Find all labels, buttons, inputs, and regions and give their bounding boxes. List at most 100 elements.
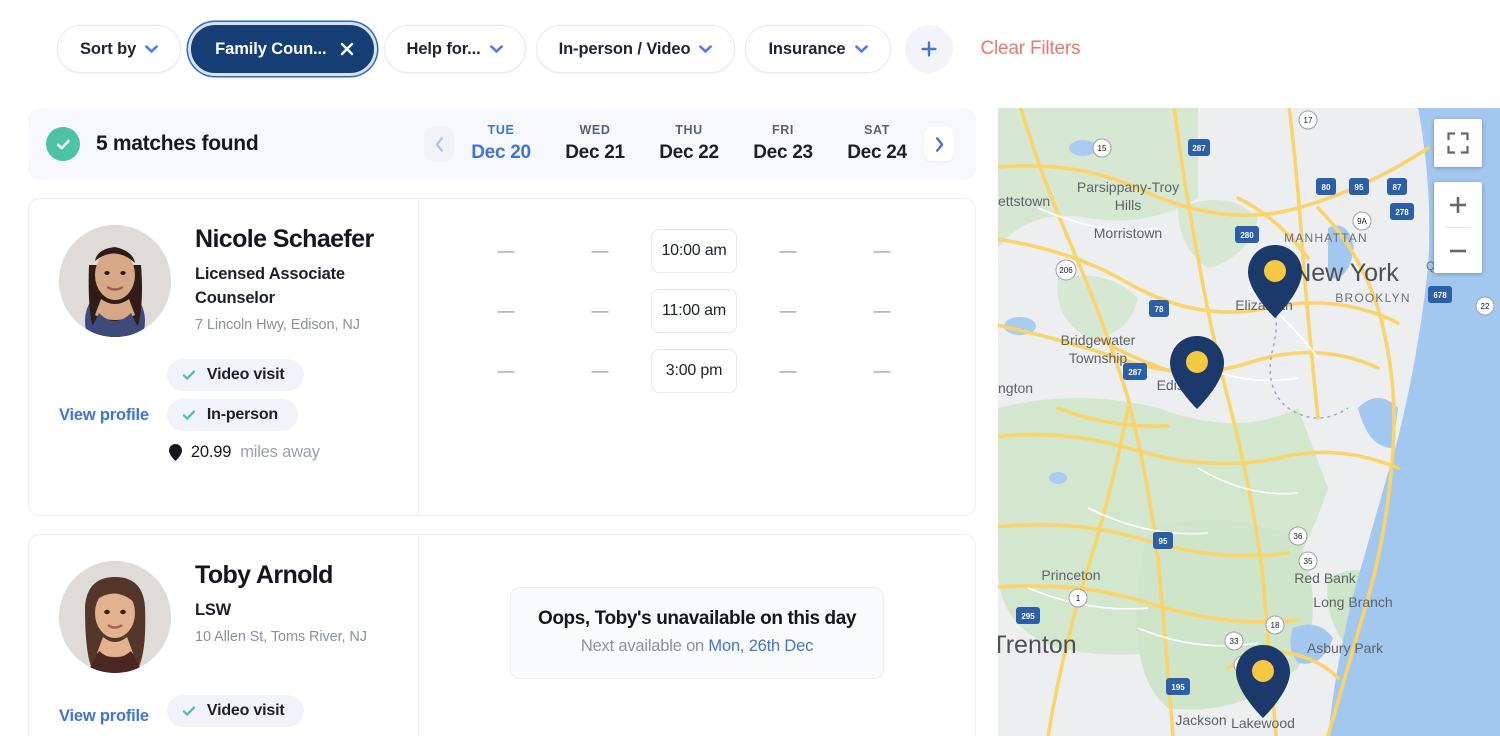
unavailable-subtitle: Next available on Mon, 26th Dec	[521, 637, 873, 656]
slot-column-sat: — — —	[835, 229, 929, 393]
tag-label: Video visit	[206, 366, 285, 383]
slot-empty: —	[873, 301, 891, 320]
svg-text:Parsippany-Troy: Parsippany-Troy	[1077, 179, 1179, 195]
slot-empty: —	[591, 301, 609, 320]
next-available-link[interactable]: Mon, 26th Dec	[708, 637, 813, 655]
slot-empty: —	[873, 241, 891, 260]
map-panel[interactable]: .lbl{font-family:"Liberation Sans",sans-…	[998, 108, 1500, 736]
date-dow: SAT	[864, 123, 890, 138]
date-column-thu[interactable]: THU Dec 22	[642, 123, 736, 164]
date-label: Dec 24	[847, 141, 907, 163]
slot-button[interactable]: 3:00 pm	[651, 349, 737, 393]
clear-filters-button[interactable]: Clear Filters	[981, 38, 1081, 60]
svg-text:BROOKLYN: BROOKLYN	[1335, 291, 1410, 305]
provider-tags: Video visit In-person	[166, 359, 320, 431]
slot-empty: —	[591, 361, 609, 380]
distance-unit: miles away	[240, 443, 320, 461]
date-dow: WED	[579, 123, 611, 138]
svg-text:ettstown: ettstown	[998, 193, 1050, 209]
svg-text:22: 22	[1481, 302, 1490, 311]
date-column-wed[interactable]: WED Dec 21	[548, 123, 642, 164]
svg-text:278: 278	[1395, 208, 1409, 217]
date-label: Dec 23	[753, 141, 813, 163]
svg-text:295: 295	[1021, 612, 1035, 621]
date-next-button[interactable]	[924, 127, 954, 161]
view-profile-link[interactable]: View profile	[59, 705, 149, 727]
fullscreen-icon	[1447, 132, 1469, 154]
svg-text:206: 206	[1059, 266, 1073, 275]
svg-text:Asbury Park: Asbury Park	[1307, 640, 1384, 656]
date-prev-button[interactable]	[424, 127, 454, 161]
check-circle-icon	[46, 127, 80, 161]
results-summary-bar: 5 matches found TUE Dec 20 WED Dec 21 TH…	[28, 108, 976, 180]
date-label: Dec 22	[659, 141, 719, 163]
filter-help-for[interactable]: Help for...	[383, 25, 526, 73]
chevron-down-icon	[489, 45, 503, 53]
filter-sort-by[interactable]: Sort by	[57, 25, 182, 73]
view-profile-link[interactable]: View profile	[59, 369, 149, 462]
slot-button[interactable]: 10:00 am	[651, 229, 737, 273]
svg-text:35: 35	[1304, 557, 1313, 566]
filter-family-counseling[interactable]: Family Coun...	[191, 25, 374, 73]
provider-address: 10 Allen St, Toms River, NJ	[195, 628, 367, 645]
slot-grid: — — — — — — 10:00 am 11:00 am 3:00 pm — …	[441, 229, 953, 393]
slot-empty: —	[497, 361, 515, 380]
svg-text:Township: Township	[1069, 350, 1128, 366]
provider-name: Toby Arnold	[195, 561, 333, 589]
map-fullscreen-button[interactable]	[1434, 119, 1482, 167]
svg-text:ngton: ngton	[998, 380, 1033, 396]
svg-text:195: 195	[1171, 683, 1185, 692]
filter-in-person-video[interactable]: In-person / Video	[535, 25, 736, 73]
svg-text:33: 33	[1230, 637, 1239, 646]
slot-empty: —	[779, 241, 797, 260]
tag-video-visit: Video visit	[166, 695, 305, 727]
svg-text:678: 678	[1433, 291, 1447, 300]
slot-empty: —	[497, 241, 515, 260]
date-label: Dec 20	[471, 141, 531, 163]
svg-text:Princeton: Princeton	[1041, 567, 1100, 583]
provider-credential: Licensed Associate Counselor	[195, 264, 345, 307]
filter-bar: Sort by Family Coun... Help for... In-pe…	[0, 0, 1081, 98]
svg-text:36: 36	[1294, 532, 1303, 541]
provider-slots: — — — — — — 10:00 am 11:00 am 3:00 pm — …	[419, 199, 975, 515]
svg-text:95: 95	[1159, 537, 1168, 546]
close-icon[interactable]	[340, 42, 354, 56]
svg-text:MANHATTAN: MANHATTAN	[1284, 231, 1368, 245]
slot-empty: —	[591, 241, 609, 260]
filter-help-for-label: Help for...	[406, 39, 481, 58]
distance-value: 20.99	[190, 443, 232, 461]
svg-text:Bridgewater: Bridgewater	[1061, 332, 1136, 348]
svg-text:Trenton: Trenton	[998, 631, 1077, 659]
unavailable-prefix: Next available on	[580, 637, 709, 655]
date-column-tue[interactable]: TUE Dec 20	[454, 123, 548, 164]
filter-sort-by-label: Sort by	[80, 39, 137, 58]
svg-text:Jackson: Jackson	[1175, 712, 1226, 728]
svg-text:New York: New York	[1293, 259, 1399, 287]
date-column-fri[interactable]: FRI Dec 23	[736, 123, 830, 164]
slot-empty: —	[873, 361, 891, 380]
provider-name: Nicole Schaefer	[195, 225, 374, 253]
date-dow: TUE	[487, 123, 515, 138]
date-dow: THU	[675, 123, 703, 138]
matches-count-label: 5 matches found	[96, 132, 259, 155]
slot-column-thu: 10:00 am 11:00 am 3:00 pm	[647, 229, 741, 393]
map-zoom-in-button[interactable]	[1434, 182, 1482, 227]
chevron-left-icon	[435, 136, 443, 152]
minus-icon	[1450, 249, 1466, 252]
slot-column-tue: — — —	[459, 229, 553, 393]
filter-insurance[interactable]: Insurance	[745, 25, 891, 73]
date-column-sat[interactable]: SAT Dec 24	[830, 123, 924, 164]
map-zoom-out-button[interactable]	[1434, 228, 1482, 273]
slot-button[interactable]: 11:00 am	[651, 289, 737, 333]
provider-slots: Oops, Toby's unavailable on this day Nex…	[419, 535, 975, 736]
filter-in-person-video-label: In-person / Video	[558, 39, 691, 58]
svg-text:17: 17	[1304, 116, 1313, 125]
map-basemap: .lbl{font-family:"Liberation Sans",sans-…	[998, 108, 1500, 736]
add-filter-button[interactable]	[904, 25, 953, 73]
unavailable-title: Oops, Toby's unavailable on this day	[537, 608, 857, 629]
chevron-down-icon	[854, 45, 868, 53]
unavailable-notice: Oops, Toby's unavailable on this day Nex…	[510, 587, 884, 679]
svg-text:18: 18	[1271, 621, 1280, 630]
slot-empty: —	[779, 301, 797, 320]
svg-text:Hills: Hills	[1115, 197, 1141, 213]
